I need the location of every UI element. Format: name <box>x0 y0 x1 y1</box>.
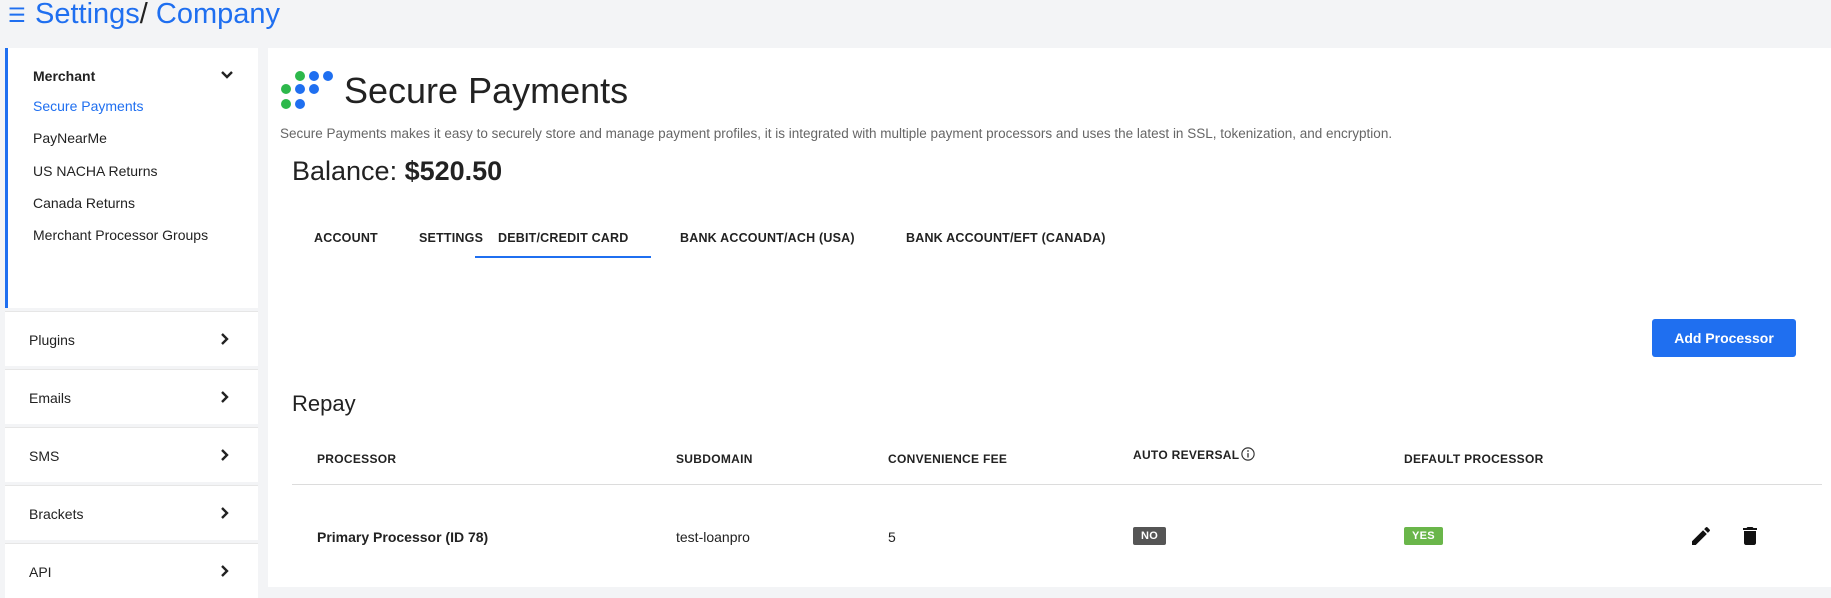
tab-bank-account-eft-canada[interactable]: BANK ACCOUNT/EFT (CANADA) <box>906 220 1106 256</box>
sidebar-item-paynearme[interactable]: PayNearMe <box>33 130 107 146</box>
secure-payments-logo <box>281 71 333 109</box>
chevron-right-icon <box>221 565 229 577</box>
auto-reversal-badge: NO <box>1133 527 1167 545</box>
sidebar-item-secure-payments[interactable]: Secure Payments <box>33 98 144 114</box>
column-header-processor: PROCESSOR <box>317 452 397 466</box>
sidebar: Merchant Secure Payments PayNearMe US NA… <box>5 48 258 598</box>
sidebar-item-label: Brackets <box>29 506 84 522</box>
chevron-down-icon[interactable] <box>220 68 234 82</box>
pencil-icon[interactable] <box>1689 524 1713 548</box>
sidebar-item-merchant-processor-groups[interactable]: Merchant Processor Groups <box>33 227 208 243</box>
page-title: Secure Payments <box>344 70 629 111</box>
sidebar-item-brackets[interactable]: Brackets <box>5 485 258 540</box>
page-description: Secure Payments makes it easy to securel… <box>280 126 1393 141</box>
column-header-auto-reversal: AUTO REVERSAL <box>1133 447 1256 462</box>
balance-label: Balance: <box>292 156 398 186</box>
cell-convenience-fee: 5 <box>888 529 896 545</box>
default-processor-badge: YES <box>1404 527 1443 545</box>
sidebar-group-merchant-label[interactable]: Merchant <box>33 68 95 84</box>
main-panel: Secure Payments Secure Payments makes it… <box>268 48 1831 587</box>
add-processor-button[interactable]: Add Processor <box>1652 319 1796 357</box>
chevron-right-icon <box>221 391 229 403</box>
column-header-subdomain: SUBDOMAIN <box>676 452 753 466</box>
table-divider <box>292 484 1822 485</box>
tab-settings[interactable]: SETTINGS <box>419 220 483 256</box>
sidebar-item-us-nacha-returns[interactable]: US NACHA Returns <box>33 163 157 179</box>
balance-value: $520.50 <box>404 156 503 186</box>
balance: Balance: $520.50 <box>292 156 502 187</box>
top-bar: ☰ Settings/ Company <box>0 0 1831 40</box>
sidebar-item-label: API <box>29 564 52 580</box>
column-header-default-processor: DEFAULT PROCESSOR <box>1404 452 1544 466</box>
sidebar-item-api[interactable]: API <box>5 543 258 598</box>
breadcrumb-company: Company <box>155 0 281 30</box>
sidebar-item-label: Emails <box>29 390 72 406</box>
sidebar-item-label: SMS <box>29 448 60 464</box>
cell-subdomain: test-loanpro <box>676 529 750 545</box>
sidebar-item-canada-returns[interactable]: Canada Returns <box>33 195 135 211</box>
chevron-right-icon <box>221 333 229 345</box>
cell-processor: Primary Processor (ID 78) <box>317 529 489 545</box>
sidebar-item-label: Plugins <box>29 332 75 348</box>
section-title-repay: Repay <box>292 391 356 416</box>
info-icon[interactable] <box>1241 447 1256 461</box>
sidebar-item-plugins[interactable]: Plugins <box>5 311 258 366</box>
tab-bank-account-ach-usa[interactable]: BANK ACCOUNT/ACH (USA) <box>680 220 855 256</box>
sidebar-item-emails[interactable]: Emails <box>5 369 258 424</box>
breadcrumb-separator: / <box>139 0 148 30</box>
chevron-right-icon <box>221 449 229 461</box>
trash-icon[interactable] <box>1738 524 1762 548</box>
tab-debit-credit-card[interactable]: DEBIT/CREDIT CARD <box>475 220 652 258</box>
sidebar-group-merchant: Merchant Secure Payments PayNearMe US NA… <box>5 48 258 308</box>
sidebar-item-sms[interactable]: SMS <box>5 427 258 482</box>
column-header-auto-reversal-label: AUTO REVERSAL <box>1133 448 1240 462</box>
breadcrumb-settings[interactable]: Settings <box>35 0 140 30</box>
column-header-convenience-fee: CONVENIENCE FEE <box>888 452 1008 466</box>
hamburger-icon[interactable]: ☰ <box>8 6 26 26</box>
breadcrumb: Settings/ Company <box>35 0 280 31</box>
tab-account[interactable]: ACCOUNT <box>314 220 378 256</box>
chevron-right-icon <box>221 507 229 519</box>
